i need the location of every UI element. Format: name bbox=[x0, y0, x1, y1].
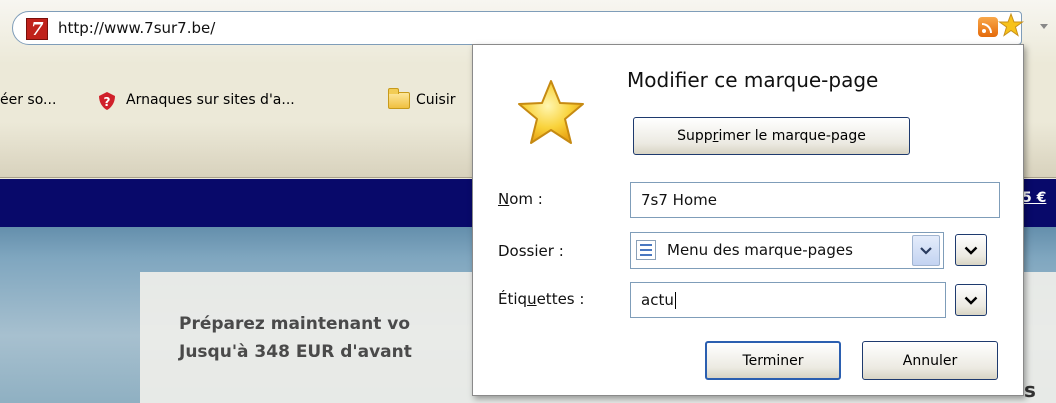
rss-feed-icon[interactable] bbox=[978, 17, 998, 37]
done-button[interactable]: Terminer bbox=[705, 341, 841, 380]
chevron-down-icon bbox=[964, 296, 978, 305]
tags-value: actu bbox=[641, 291, 674, 309]
folder-tree-expander-button[interactable] bbox=[955, 234, 987, 266]
bookmark-item[interactable]: Arnaques sur sites d'a... bbox=[126, 92, 295, 108]
bookmark-star-large-icon bbox=[518, 80, 584, 144]
name-label: Nom : bbox=[498, 190, 543, 208]
tags-label-pre: Étiq bbox=[498, 290, 528, 308]
text-caret bbox=[674, 291, 676, 309]
chevron-down-icon bbox=[964, 246, 978, 255]
url-text[interactable]: http://www.7sur7.be/ bbox=[58, 19, 215, 37]
svg-text:?: ? bbox=[104, 95, 111, 109]
remove-bookmark-label-pre: Supp bbox=[677, 128, 713, 144]
tags-field[interactable]: actu bbox=[630, 282, 946, 318]
remove-bookmark-label-post: imer le marque-page bbox=[718, 128, 866, 144]
promo-subheadline: Jusqu'à 348 EUR d'avant bbox=[179, 342, 412, 362]
folder-label: Dossier : bbox=[498, 242, 564, 260]
promo-headline: Préparez maintenant vo bbox=[179, 314, 410, 334]
price-link[interactable]: 5 € bbox=[1022, 190, 1046, 206]
bookmarks-menu-icon bbox=[636, 240, 656, 260]
cancel-button[interactable]: Annuler bbox=[862, 341, 998, 380]
name-label-accesskey: N bbox=[498, 190, 510, 208]
favicon-letter: 7 bbox=[31, 19, 44, 40]
tags-selector-expander-button[interactable] bbox=[955, 284, 987, 316]
promo-text-fragment: s bbox=[1024, 378, 1036, 402]
folder-dropdown-arrow-icon[interactable] bbox=[912, 235, 940, 266]
tags-label-post: ettes : bbox=[536, 290, 585, 308]
folder-value: Menu des marque-pages bbox=[667, 241, 853, 259]
warning-shield-icon: ? bbox=[99, 92, 115, 110]
bookmark-folder-item[interactable]: Cuisir bbox=[416, 92, 455, 108]
remove-bookmark-button[interactable]: Supp r imer le marque-page bbox=[633, 117, 910, 155]
site-favicon-icon: 7 bbox=[26, 18, 48, 40]
panel-title: Modifier ce marque-page bbox=[627, 68, 879, 92]
bookmark-folder-icon bbox=[388, 88, 410, 109]
name-value: 7s7 Home bbox=[641, 191, 717, 209]
tags-label-accesskey: u bbox=[527, 290, 537, 308]
url-history-dropdown-icon[interactable] bbox=[1040, 24, 1048, 29]
bookmark-star-icon[interactable] bbox=[998, 12, 1024, 38]
bookmark-item[interactable]: éer so... bbox=[0, 92, 56, 108]
name-field[interactable]: 7s7 Home bbox=[630, 182, 1000, 218]
name-label-text: om : bbox=[509, 190, 543, 208]
tags-label: Étiquettes : bbox=[498, 290, 584, 308]
